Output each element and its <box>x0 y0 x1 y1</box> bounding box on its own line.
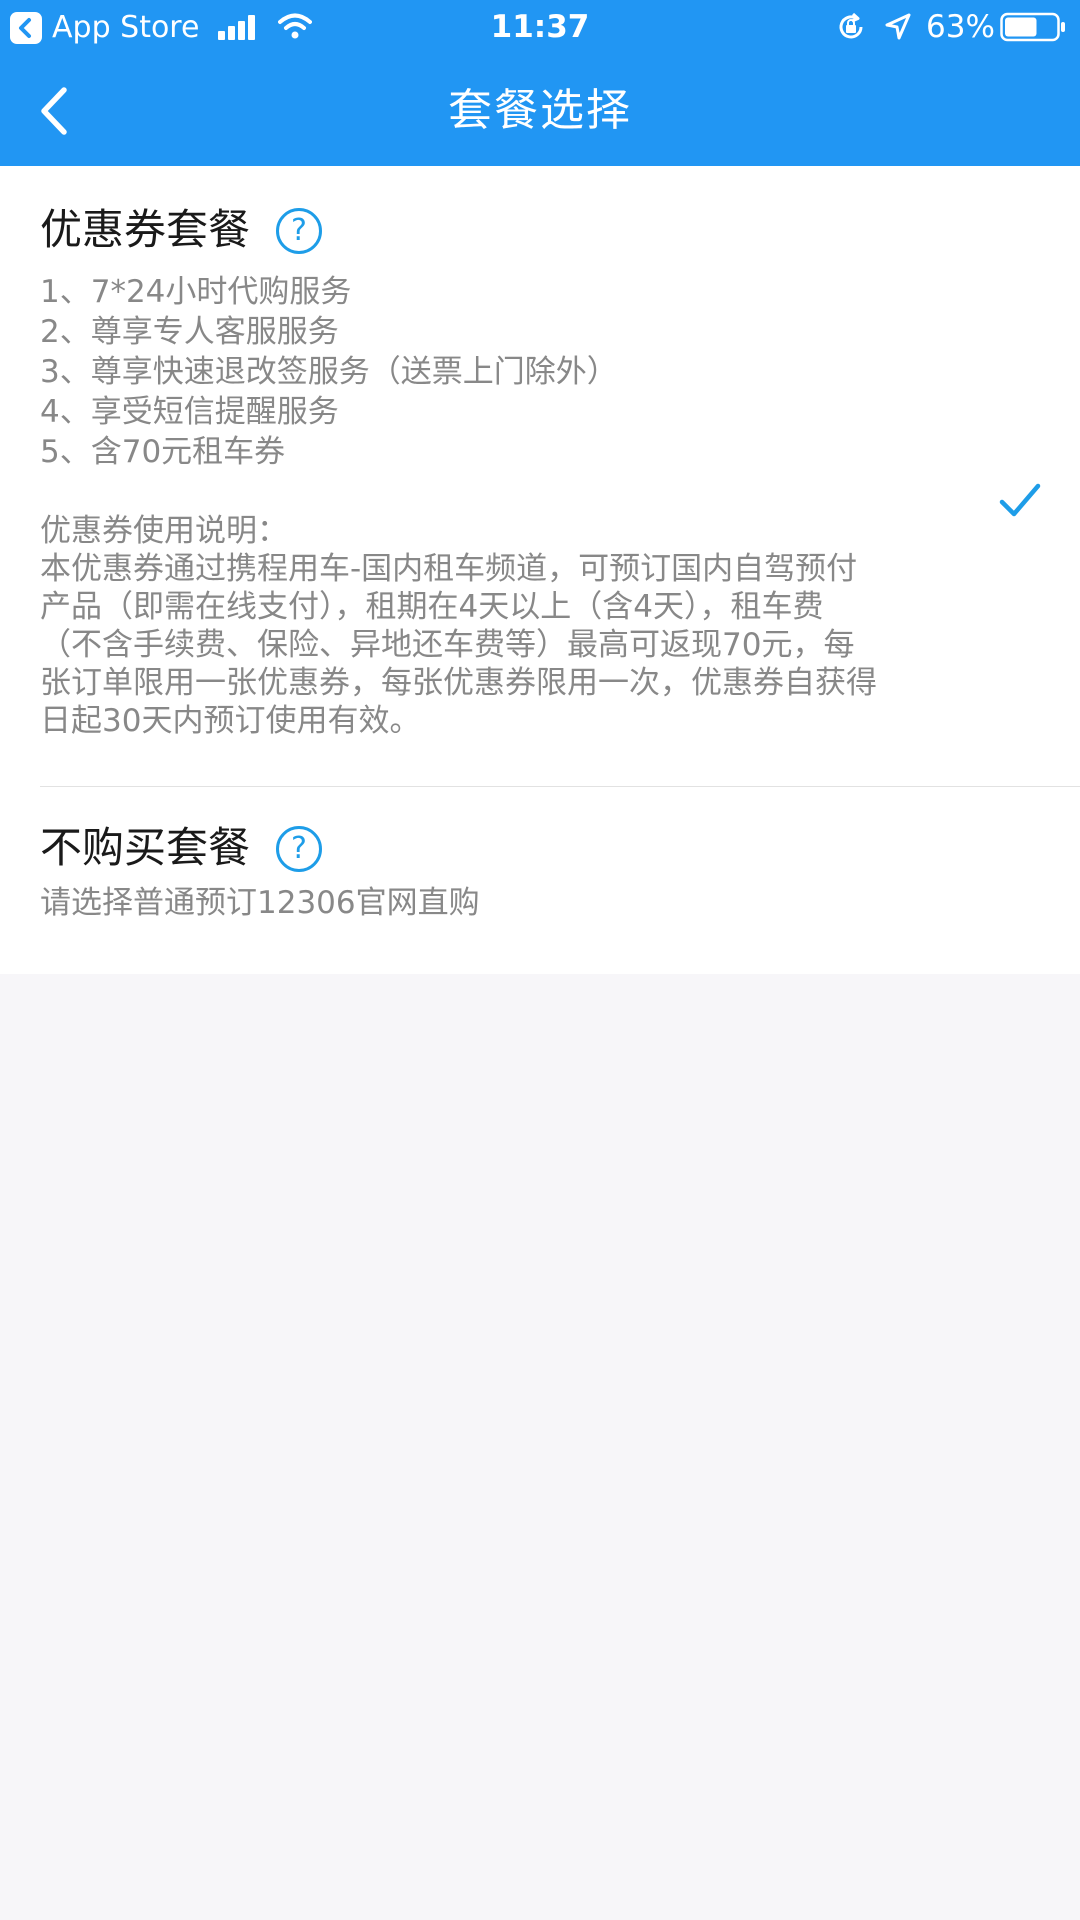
lock-rotation-icon <box>839 12 863 39</box>
package-option-none[interactable]: 不购买套餐 ? 请选择普通预订12306官网直购 <box>0 787 1080 974</box>
package-subtitle-none: 请选择普通预订12306官网直购 <box>40 885 480 921</box>
benefit-item: 4、享受短信提醒服务 <box>40 394 339 430</box>
package-title-coupon: 优惠券套餐 <box>40 205 251 254</box>
battery-percent: 63% <box>926 9 995 45</box>
usage-line: （不含手续费、保险、异地还车费等）最高可返现70元，每 <box>40 627 855 663</box>
page-title: 套餐选择 <box>448 85 632 136</box>
help-icon[interactable]: ? <box>276 208 322 254</box>
battery-icon <box>1000 12 1065 42</box>
benefit-item: 2、尊享专人客服服务 <box>40 314 339 350</box>
selected-check-icon <box>999 483 1041 517</box>
benefit-item: 3、尊享快速退改签服务（送票上门除外） <box>40 354 618 390</box>
status-bar: App Store 11:37 63% <box>0 0 1080 56</box>
coupon-usage-description: 优惠券使用说明： 本优惠券通过携程用车-国内租车频道，可预订国内自驾预付 产品（… <box>40 512 990 740</box>
usage-title: 优惠券使用说明： <box>40 513 288 549</box>
location-icon <box>885 13 911 40</box>
benefit-list: 1、7*24小时代购服务 2、尊享专人客服服务 3、尊享快速退改签服务（送票上门… <box>40 272 618 472</box>
usage-line: 日起30天内预订使用有效。 <box>40 703 421 739</box>
status-time: 11:37 <box>490 9 590 45</box>
help-icon[interactable]: ? <box>276 826 322 872</box>
package-title-none: 不购买套餐 <box>40 823 251 872</box>
nav-bar: 套餐选择 <box>0 56 1080 166</box>
header: App Store 11:37 63% 套餐选择 <box>0 0 1080 166</box>
usage-line: 本优惠券通过携程用车-国内租车频道，可预订国内自驾预付 <box>40 551 858 587</box>
usage-line: 产品（即需在线支付），租期在4天以上（含4天），租车费 <box>40 589 824 625</box>
usage-line: 张订单限用一张优惠券，每张优惠券限用一次，优惠券自获得 <box>40 665 877 701</box>
benefit-item: 5、含70元租车券 <box>40 434 286 470</box>
benefit-item: 1、7*24小时代购服务 <box>40 274 352 310</box>
package-options: 优惠券套餐 ? 1、7*24小时代购服务 2、尊享专人客服服务 3、尊享快速退改… <box>0 166 1080 974</box>
package-option-coupon[interactable]: 优惠券套餐 ? 1、7*24小时代购服务 2、尊享专人客服服务 3、尊享快速退改… <box>0 166 1080 787</box>
